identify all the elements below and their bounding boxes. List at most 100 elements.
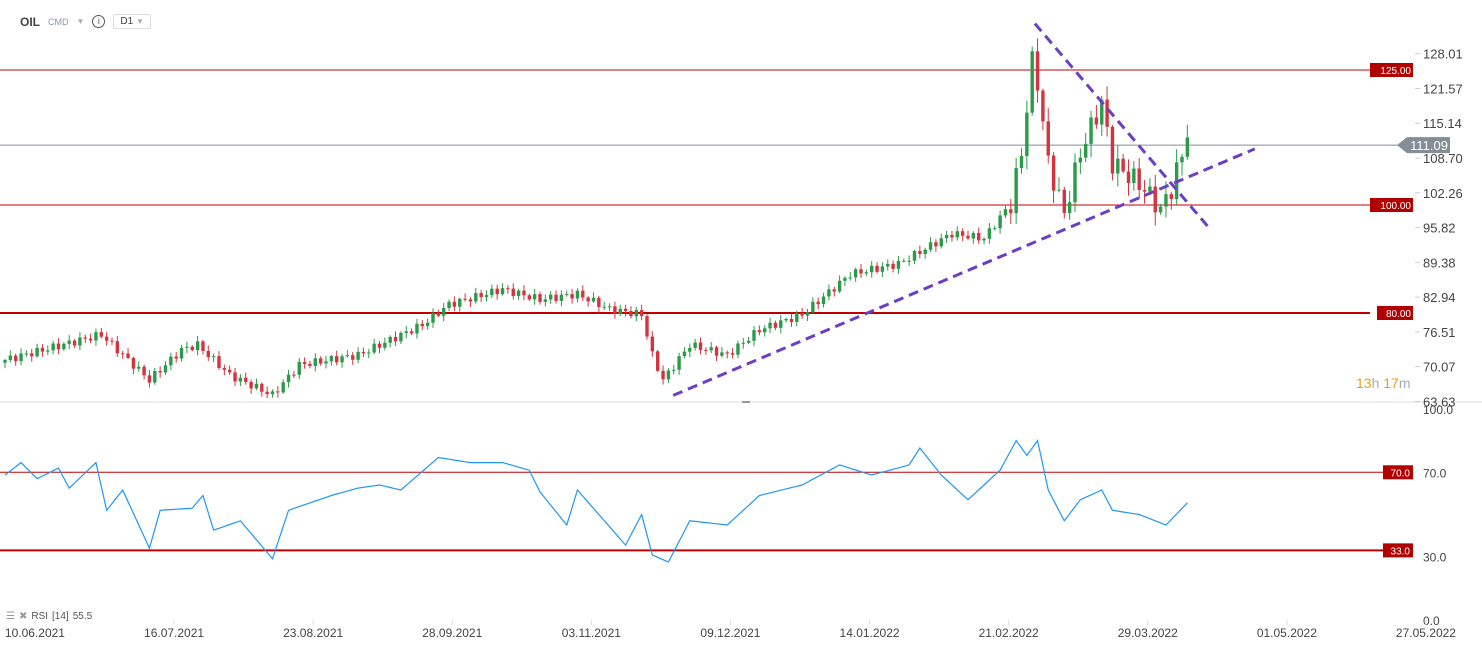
candle-body	[1089, 117, 1093, 144]
candle-body	[361, 351, 366, 354]
y-tick-label: 108.70	[1423, 151, 1463, 166]
candle-body	[672, 369, 676, 371]
candle-body	[420, 323, 424, 327]
candle-body	[859, 269, 863, 274]
candle-body	[746, 340, 751, 343]
candle-body	[1009, 209, 1013, 214]
candle-body	[484, 295, 489, 298]
candle-body	[356, 351, 360, 360]
x-tick-label: 28.09.2021	[422, 626, 482, 640]
candle-body	[185, 346, 189, 348]
candle-body	[452, 301, 457, 307]
candle-body	[543, 299, 548, 302]
candle-body	[110, 340, 114, 342]
candle-body	[677, 356, 681, 370]
candle-body	[527, 295, 531, 300]
candle-body	[789, 318, 794, 323]
timer-hours: 13	[1356, 375, 1372, 391]
candle-body	[516, 290, 521, 297]
candle-body	[99, 332, 103, 337]
candle-body	[409, 331, 414, 334]
candle-body	[618, 308, 622, 314]
symbol-label[interactable]: OIL	[20, 15, 40, 29]
candle-body	[308, 363, 312, 366]
x-tick-label: 03.11.2021	[562, 626, 621, 640]
candle-body	[62, 343, 66, 350]
settings-icon[interactable]: ☰	[6, 611, 15, 622]
candle-body	[1094, 117, 1099, 125]
candle-body	[383, 342, 387, 348]
candle-body	[222, 368, 227, 370]
indicator-value: 55.5	[72, 611, 93, 622]
candle-body	[404, 331, 408, 333]
candle-body	[532, 294, 537, 300]
candle-body	[1057, 189, 1061, 191]
x-tick-label: 14.01.2022	[840, 626, 900, 640]
candle-body	[436, 312, 441, 316]
candle-body	[800, 313, 804, 316]
close-icon[interactable]: ✖	[19, 611, 27, 622]
candle-body	[522, 290, 526, 296]
candle-body	[763, 328, 767, 333]
candle-body	[265, 391, 269, 395]
candle-body	[345, 355, 350, 357]
symbol-dropdown-icon[interactable]: ▼	[77, 17, 85, 26]
candle-body	[340, 356, 344, 363]
info-icon[interactable]: i	[92, 15, 106, 28]
candle-body	[714, 347, 719, 356]
candle-body	[94, 332, 98, 341]
rsi-tick-label: 70.0	[1423, 466, 1447, 480]
candle-body	[623, 308, 628, 312]
trendline[interactable]	[672, 147, 1256, 397]
candle-timer: 13h 17m	[1356, 375, 1411, 391]
candle-body	[843, 277, 847, 281]
candle-body	[773, 322, 778, 328]
candle-body	[698, 342, 703, 350]
candle-body	[211, 356, 216, 358]
candle-body	[607, 306, 612, 308]
y-tick-label: 89.38	[1423, 255, 1456, 270]
candle-body	[1137, 168, 1141, 190]
candle-body	[549, 294, 553, 300]
candle-body	[795, 313, 799, 323]
timeframe-select[interactable]: D1 ▼	[113, 14, 151, 29]
candle-body	[586, 297, 590, 302]
rsi-tick-label: 100.0	[1423, 403, 1453, 417]
candle-body	[147, 375, 152, 383]
candle-body	[415, 323, 419, 334]
candle-body	[1148, 186, 1152, 192]
rsi-tick-label: 30.0	[1423, 551, 1447, 565]
candle-body	[918, 250, 922, 254]
candle-body	[40, 347, 45, 352]
candle-body	[837, 280, 842, 292]
candle-body	[1067, 202, 1072, 214]
candle-body	[329, 356, 334, 362]
candle-body	[142, 366, 146, 376]
candle-body	[736, 343, 740, 355]
candle-body	[126, 353, 130, 358]
candle-body	[688, 347, 692, 352]
x-tick-label: 23.08.2021	[283, 626, 343, 640]
chart-header: OIL CMD ▼ i D1 ▼	[20, 14, 151, 29]
candle-body	[158, 371, 162, 373]
candle-body	[565, 294, 569, 296]
timer-minutes: 17	[1383, 375, 1399, 391]
timeframe-value: D1	[120, 16, 134, 27]
candle-body	[367, 352, 371, 354]
candle-body	[500, 288, 505, 295]
candle-body	[254, 383, 259, 389]
candle-body	[206, 350, 210, 358]
candle-body	[784, 318, 788, 321]
candle-body	[752, 330, 756, 341]
current-price-label: 111.09	[1410, 138, 1448, 153]
candle-body	[682, 351, 687, 357]
candle-body	[1051, 155, 1056, 191]
candle-body	[934, 242, 938, 247]
candle-body	[393, 336, 398, 342]
candle-body	[741, 342, 745, 344]
candle-body	[987, 228, 992, 239]
trendline[interactable]	[1033, 22, 1211, 230]
candle-body	[67, 340, 71, 344]
price-chart[interactable]: 128.01 121.57 115.14 108.70 102.26 95.82 89.38…	[0, 0, 1482, 650]
candle-body	[351, 355, 355, 360]
